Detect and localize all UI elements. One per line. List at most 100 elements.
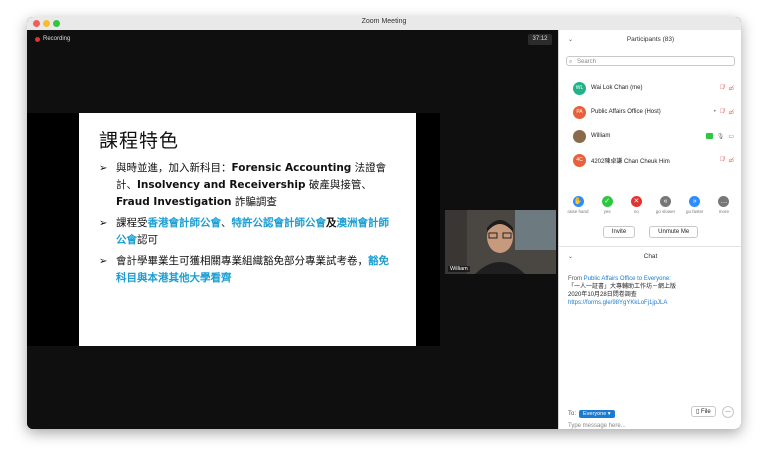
side-panel: ⌄ Participants (83) ⌕ Search WL Wai Lok … — [558, 30, 741, 429]
reaction-label: no — [633, 209, 639, 214]
bullet-arrow-icon: ➢ — [99, 218, 108, 229]
go-slower-button[interactable]: « go slower — [653, 196, 679, 214]
participant-row[interactable]: 4C 4202陳卓謙 Chan Cheuk Him 🎙̸ ▭̸ — [559, 148, 741, 172]
bullet-text: 及 — [326, 217, 337, 229]
participant-name: William — [591, 133, 611, 139]
unmute-me-button[interactable]: Unmute Me — [649, 226, 699, 238]
bullet-text: 會計學畢業生可獲相關專業組織豁免部分專業試考卷， — [116, 255, 368, 267]
participant-name: 4202陳卓謙 Chan Cheuk Him — [591, 158, 670, 165]
x-icon: ✕ — [630, 196, 642, 207]
record-dot-icon — [35, 36, 40, 42]
mic-muted-icon: 🎙̸ — [719, 157, 725, 163]
bullet-text: Fraud Investigation — [116, 196, 232, 208]
bullet-arrow-icon: ➢ — [99, 256, 108, 267]
raise-hand-icon: ✋ — [572, 196, 584, 207]
recording-indicator: Recording — [35, 36, 70, 42]
participants-title: Participants (83) — [626, 36, 675, 43]
no-button[interactable]: ✕ no — [623, 196, 649, 214]
meeting-timer: 37:12 — [528, 34, 552, 45]
bullet-text: 認可 — [137, 234, 158, 246]
participant-status-icons: • 🎙̸ ▭̸ — [714, 100, 734, 124]
participant-video[interactable]: William — [445, 210, 556, 274]
presentation-slide: 課程特色 ➢ 與時並進，加入新科目：Forensic Accounting 法證… — [79, 113, 416, 346]
avatar — [573, 129, 586, 143]
raise-hand-button[interactable]: ✋ raise hand — [565, 196, 591, 214]
video-off-icon: ▭̸ — [728, 109, 734, 116]
collapse-chevron-icon[interactable]: ⌄ — [568, 30, 573, 50]
mic-muted-icon: 🎙̸ — [719, 85, 725, 91]
collapse-chevron-icon[interactable]: ⌄ — [568, 247, 573, 267]
reaction-label: go faster — [685, 209, 704, 214]
chat-message: From Public Affairs Office to Everyone: … — [568, 275, 736, 307]
mic-on-icon: 🎙 — [716, 133, 725, 140]
video-on-icon: ▭ — [728, 133, 734, 140]
participants-search-input[interactable]: ⌕ Search — [566, 56, 735, 66]
bullet-arrow-icon: ➢ — [99, 163, 108, 174]
meeting-view: Recording 37:12 課程特色 ➢ 與時並進，加入新科目：Forens… — [27, 30, 558, 429]
recording-label: Recording — [43, 36, 71, 42]
more-reactions-button[interactable]: … more — [711, 196, 737, 214]
video-feed — [445, 210, 556, 274]
search-placeholder: Search — [577, 59, 597, 65]
bullet-text: 與時並進，加入新科目： — [116, 162, 232, 174]
reaction-label: yes — [603, 209, 611, 214]
yes-button[interactable]: ✓ yes — [594, 196, 620, 214]
to-label: To: — [568, 411, 577, 417]
window-title: Zoom Meeting — [361, 18, 407, 25]
participant-status-icons: 🎙̸ ▭̸ — [720, 76, 734, 100]
chat-link[interactable]: https://forms.gle/98YgYKkLoFj1jpJLA — [568, 299, 736, 307]
search-icon: ⌕ — [569, 59, 573, 65]
bullet-text: 詐騙調查 — [231, 196, 277, 208]
participants-list: WL Wai Lok Chan (me) 🎙̸ ▭̸ PA Public Aff… — [559, 76, 741, 172]
file-icon: ▯ — [696, 409, 700, 415]
bullet-text: 破產與接管、 — [305, 179, 372, 191]
participant-actions: Invite Unmute Me — [559, 226, 741, 238]
reaction-label: go slower — [655, 209, 676, 214]
participant-row[interactable]: PA Public Affairs Office (Host) • 🎙̸ ▭̸ — [559, 100, 741, 124]
slide-bullet-2: ➢ 課程受香港會計師公會、特許公認會計師公會及澳洲會計師公會認可 — [99, 215, 399, 249]
avatar: PA — [573, 105, 586, 119]
chat-line: 「一人一証書」大專輔助工作坊－網上版 — [568, 284, 677, 290]
share-indicator-icon: • — [713, 109, 716, 115]
bullet-text: 、 — [221, 217, 232, 229]
participant-row[interactable]: William 🎙 ▭ — [559, 124, 741, 148]
chat-header: ⌄ Chat — [559, 247, 741, 267]
avatar: WL — [573, 81, 586, 95]
fast-forward-icon: » — [689, 196, 701, 207]
invite-button[interactable]: Invite — [602, 226, 636, 238]
go-faster-button[interactable]: » go faster — [682, 196, 708, 214]
participant-video-name: William — [448, 266, 470, 272]
reaction-bar: ✋ raise hand ✓ yes ✕ no « go slower » go… — [565, 196, 737, 214]
chat-recipient: To: Everyone ▾ — [568, 410, 615, 418]
recipient-dropdown[interactable]: Everyone ▾ — [579, 410, 615, 418]
slide-bullet-1: ➢ 與時並進，加入新科目：Forensic Accounting 法證會計、In… — [99, 160, 399, 211]
mic-muted-icon: 🎙̸ — [719, 109, 725, 115]
bullet-highlight: 香港會計師公會 — [147, 217, 222, 229]
chat-title: Chat — [643, 253, 658, 260]
chat-from-prefix: From — [568, 276, 584, 282]
participant-status-icons: 🎙̸ ▭̸ — [720, 148, 734, 172]
more-icon: … — [718, 196, 730, 207]
chat-from-who: Public Affairs Office to Everyone: — [583, 276, 671, 282]
chat-message-input[interactable]: Type message here... — [568, 423, 626, 429]
participant-row[interactable]: WL Wai Lok Chan (me) 🎙̸ ▭̸ — [559, 76, 741, 100]
slide-title: 課程特色 — [99, 130, 180, 152]
bullet-text: Forensic Accounting — [231, 162, 352, 174]
video-off-icon: ▭̸ — [728, 85, 734, 92]
slide-bullet-3: ➢ 會計學畢業生可獲相關專業組織豁免部分專業試考卷，豁免科目與本港其他大學看齊 — [99, 253, 399, 287]
bullet-text: Insolvency and Receivership — [137, 179, 306, 191]
more-options-button[interactable]: … — [722, 406, 734, 418]
file-label: File — [700, 409, 711, 415]
bullet-highlight: 特許公認會計師公會 — [231, 217, 327, 229]
zoom-window: Zoom Meeting Recording 37:12 課程特色 ➢ 與時並進… — [27, 17, 741, 429]
rewind-icon: « — [660, 196, 672, 207]
participant-name: Wai Lok Chan (me) — [591, 85, 643, 91]
reaction-label: raise hand — [567, 209, 589, 214]
bullet-text: 課程受 — [116, 217, 148, 229]
participant-status-icons: 🎙 ▭ — [705, 124, 734, 148]
video-off-icon: ▭̸ — [728, 157, 734, 164]
participants-header: ⌄ Participants (83) — [559, 30, 741, 50]
file-button[interactable]: ▯ File — [691, 406, 716, 417]
title-bar: Zoom Meeting — [27, 17, 741, 31]
check-icon: ✓ — [601, 196, 613, 207]
